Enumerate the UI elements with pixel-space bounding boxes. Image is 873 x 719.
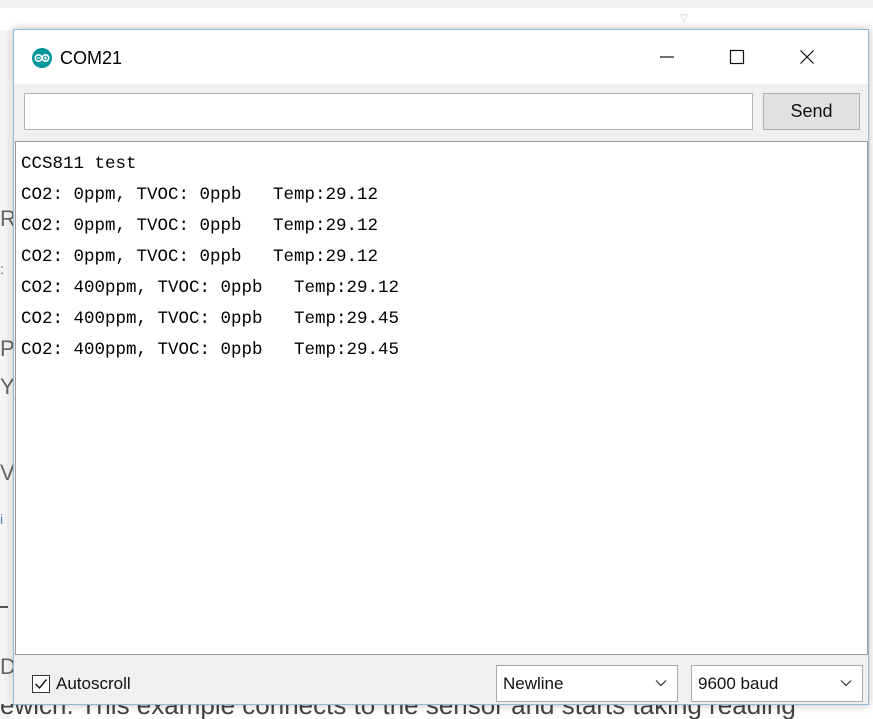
window-title: COM21	[60, 48, 123, 68]
serial-output-area[interactable]: CCS811 test CO2: 0ppm, TVOC: 0ppb Temp:2…	[15, 141, 868, 655]
background-sentence: ewich. This example connects to the sens…	[0, 704, 796, 719]
maximize-button[interactable]	[714, 30, 760, 84]
minimize-icon	[660, 56, 674, 58]
output-line: CO2: 400ppm, TVOC: 0ppb Temp:29.45	[21, 309, 400, 329]
output-line: CCS811 test	[21, 154, 137, 174]
send-button[interactable]: Send	[763, 93, 860, 130]
line-ending-value: Newline	[503, 673, 564, 693]
background-toolbar	[0, 0, 873, 8]
background-fragment: i	[0, 511, 4, 527]
serial-send-input[interactable]	[24, 93, 753, 130]
checkmark-icon	[35, 679, 48, 690]
line-ending-select[interactable]: Newline	[496, 665, 678, 702]
output-line: CO2: 0ppm, TVOC: 0ppb Temp:29.12	[21, 185, 379, 205]
title-bar[interactable]: COM21	[14, 30, 868, 84]
autoscroll-toggle[interactable]: Autoscroll	[32, 673, 131, 695]
chevron-down-icon	[840, 680, 852, 687]
output-line: CO2: 0ppm, TVOC: 0ppb Temp:29.12	[21, 247, 379, 267]
drag-handle-icon: ▽	[680, 13, 688, 24]
output-line: CO2: 0ppm, TVOC: 0ppb Temp:29.12	[21, 216, 379, 236]
baud-rate-value: 9600 baud	[698, 673, 779, 693]
maximize-icon	[729, 49, 745, 65]
arduino-infinity-icon	[32, 48, 52, 68]
autoscroll-label: Autoscroll	[56, 674, 131, 693]
chevron-down-icon	[655, 680, 667, 687]
output-line: CO2: 400ppm, TVOC: 0ppb Temp:29.12	[21, 278, 400, 298]
baud-rate-select[interactable]: 9600 baud	[691, 665, 863, 702]
background-fragment: :	[0, 261, 4, 277]
autoscroll-checkbox[interactable]	[32, 675, 50, 693]
close-button[interactable]	[784, 30, 830, 84]
output-line: CO2: 400ppm, TVOC: 0ppb Temp:29.45	[21, 340, 400, 360]
minimize-button[interactable]	[644, 30, 690, 84]
background-divider	[0, 606, 8, 608]
serial-monitor-window: COM21 Send CCS811 test CO2: 0ppm, TVOC: …	[13, 29, 869, 705]
close-icon	[800, 50, 814, 64]
